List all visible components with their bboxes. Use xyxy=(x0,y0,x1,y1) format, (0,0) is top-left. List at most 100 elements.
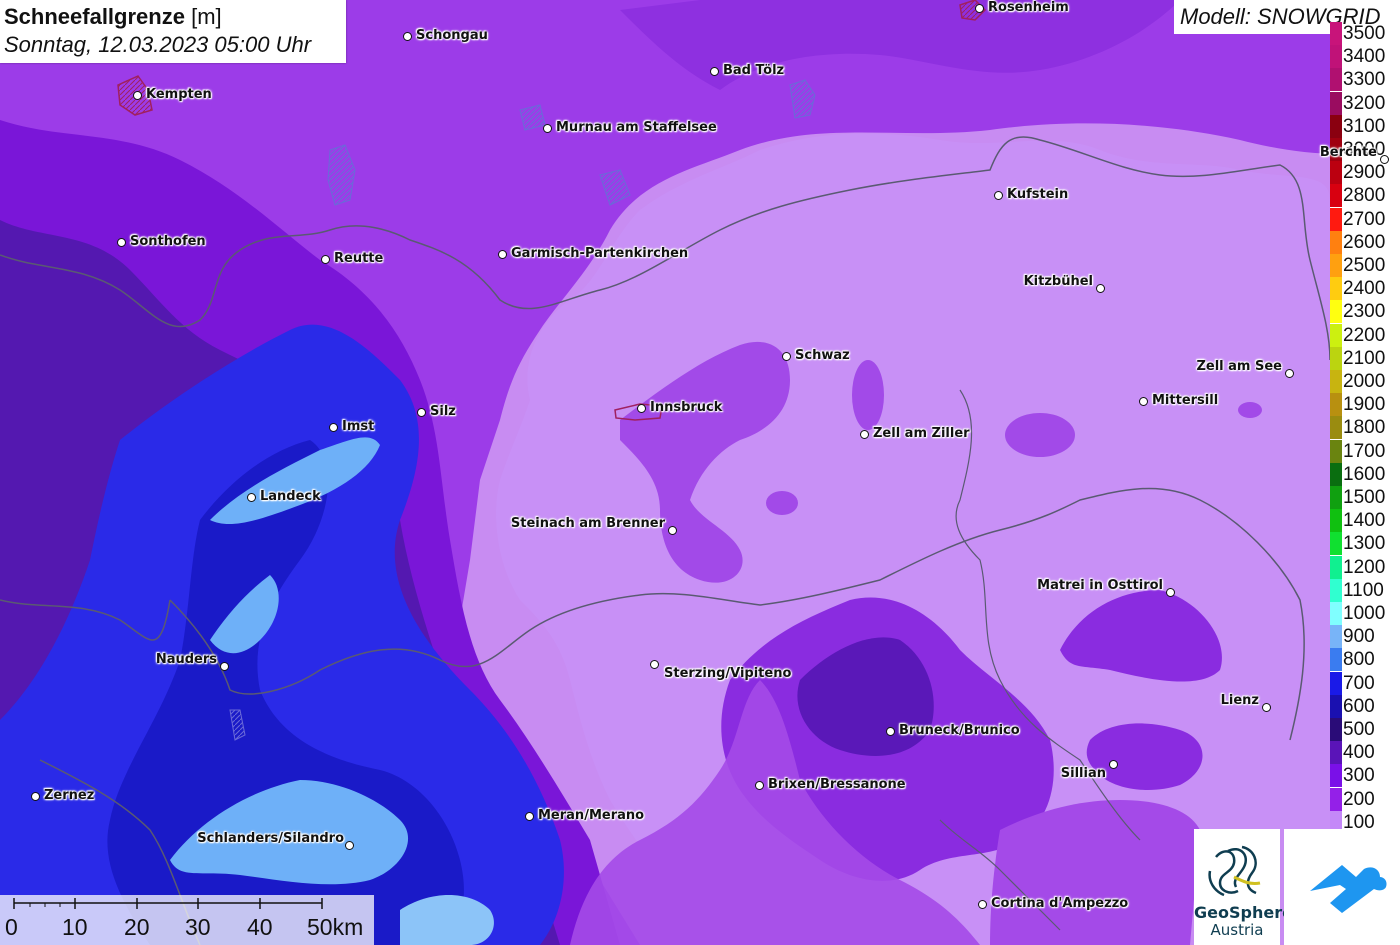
city-label[interactable]: Schlanders/Silandro xyxy=(197,831,344,846)
city-marker[interactable] xyxy=(1109,760,1118,769)
city-marker[interactable] xyxy=(994,191,1003,200)
legend-entry: 2400 xyxy=(1330,277,1400,301)
city-marker[interactable] xyxy=(133,91,142,100)
city-label[interactable]: Matrei in Osttirol xyxy=(1037,578,1163,593)
city-label[interactable]: Reutte xyxy=(334,251,383,266)
city-label[interactable]: Innsbruck xyxy=(650,400,722,415)
legend-swatch xyxy=(1330,532,1342,556)
city-marker[interactable] xyxy=(1380,155,1389,164)
level-900-zone-sw xyxy=(400,895,494,945)
legend-swatch xyxy=(1330,161,1342,185)
geosphere-name: GeoSphere xyxy=(1194,903,1293,922)
city-label[interactable]: Sillian xyxy=(1061,766,1106,781)
city-marker[interactable] xyxy=(1166,588,1175,597)
map-title-unit: [m] xyxy=(191,4,222,29)
legend-swatch xyxy=(1330,625,1342,649)
legend-label: 1500 xyxy=(1343,487,1386,508)
legend-entry: 1100 xyxy=(1330,578,1400,602)
city-marker[interactable] xyxy=(543,124,552,133)
city-marker[interactable] xyxy=(247,493,256,502)
city-label[interactable]: Kempten xyxy=(146,87,212,102)
city-marker[interactable] xyxy=(978,900,987,909)
legend-label: 2500 xyxy=(1343,255,1386,276)
city-marker[interactable] xyxy=(31,792,40,801)
city-label[interactable]: Silz xyxy=(430,404,456,419)
legend-label: 3400 xyxy=(1343,46,1386,68)
city-label[interactable]: Schongau xyxy=(416,28,488,43)
city-marker[interactable] xyxy=(417,408,426,417)
city-marker[interactable] xyxy=(860,430,869,439)
legend-swatch xyxy=(1330,671,1342,695)
scale-label-10: 10 xyxy=(62,914,88,940)
city-label[interactable]: Mittersill xyxy=(1152,393,1218,408)
city-label[interactable]: Garmisch-Partenkirchen xyxy=(511,246,688,261)
city-label[interactable]: Murnau am Staffelsee xyxy=(556,120,717,135)
city-marker[interactable] xyxy=(321,255,330,264)
legend-swatch xyxy=(1330,648,1342,672)
city-marker[interactable] xyxy=(220,662,229,671)
scale-label-20: 20 xyxy=(124,914,150,940)
city-label[interactable]: Bad Tölz xyxy=(723,63,784,78)
city-marker[interactable] xyxy=(1285,369,1294,378)
geosphere-logo[interactable]: GeoSphere Austria xyxy=(1194,829,1293,945)
city-label[interactable]: Sonthofen xyxy=(130,234,206,249)
legend-swatch xyxy=(1330,230,1342,254)
city-label[interactable]: Berchte xyxy=(1320,145,1377,160)
city-label[interactable]: Nauders xyxy=(156,652,217,667)
city-marker[interactable] xyxy=(403,32,412,41)
city-label[interactable]: Schwaz xyxy=(795,348,850,363)
city-marker[interactable] xyxy=(1139,397,1148,406)
weather-app-logo[interactable] xyxy=(1284,829,1400,945)
legend-label: 300 xyxy=(1343,765,1375,787)
city-marker[interactable] xyxy=(329,423,338,432)
city-marker[interactable] xyxy=(525,812,534,821)
legend-label: 900 xyxy=(1343,626,1375,648)
legend-entry: 2500 xyxy=(1330,254,1400,277)
legend-entry: 800 xyxy=(1330,648,1400,672)
city-marker[interactable] xyxy=(637,404,646,413)
legend-swatch xyxy=(1330,462,1342,486)
legend-label: 2600 xyxy=(1343,231,1386,253)
city-label[interactable]: Zernez xyxy=(44,788,94,803)
city-marker[interactable] xyxy=(498,250,507,259)
level-200-spot-mittersill xyxy=(1005,413,1075,457)
city-label[interactable]: Kitzbühel xyxy=(1024,274,1093,289)
city-marker[interactable] xyxy=(650,660,659,669)
legend-label: 400 xyxy=(1343,742,1375,764)
legend-label: 3500 xyxy=(1343,23,1386,44)
city-label[interactable]: Brixen/Bressanone xyxy=(768,777,906,792)
city-marker[interactable] xyxy=(1096,284,1105,293)
legend-entry: 1600 xyxy=(1330,462,1400,486)
city-label[interactable]: Imst xyxy=(342,419,374,434)
map-title-main: Schneefallgrenze xyxy=(4,4,185,29)
city-label[interactable]: Meran/Merano xyxy=(538,808,644,823)
city-marker[interactable] xyxy=(1262,703,1271,712)
legend-entry: 2700 xyxy=(1330,207,1400,231)
legend-swatch xyxy=(1330,602,1342,625)
city-label[interactable]: Cortina d'Ampezzo xyxy=(991,896,1128,911)
city-marker[interactable] xyxy=(710,67,719,76)
legend-swatch xyxy=(1330,22,1342,45)
city-label[interactable]: Lienz xyxy=(1221,693,1259,708)
scale-label-30: 30 xyxy=(185,914,211,940)
city-label[interactable]: Rosenheim xyxy=(988,0,1069,15)
city-label[interactable]: Zell am See xyxy=(1196,359,1282,374)
city-marker[interactable] xyxy=(782,352,791,361)
legend-label: 3200 xyxy=(1343,92,1386,114)
city-label[interactable]: Bruneck/Brunico xyxy=(899,723,1020,738)
city-marker[interactable] xyxy=(755,781,764,790)
legend-entry: 500 xyxy=(1330,718,1400,741)
city-label[interactable]: Sterzing/Vipiteno xyxy=(664,666,791,681)
legend-label: 2700 xyxy=(1343,208,1386,230)
city-label[interactable]: Landeck xyxy=(260,489,321,504)
city-marker[interactable] xyxy=(975,4,984,13)
legend-label: 1600 xyxy=(1343,463,1386,485)
city-marker[interactable] xyxy=(668,526,677,535)
city-marker[interactable] xyxy=(886,727,895,736)
legend-label: 3300 xyxy=(1343,69,1386,91)
city-label[interactable]: Steinach am Brenner xyxy=(511,516,665,531)
city-label[interactable]: Kufstein xyxy=(1007,187,1068,202)
city-label[interactable]: Zell am Ziller xyxy=(873,426,970,441)
city-marker[interactable] xyxy=(117,238,126,247)
city-marker[interactable] xyxy=(345,841,354,850)
